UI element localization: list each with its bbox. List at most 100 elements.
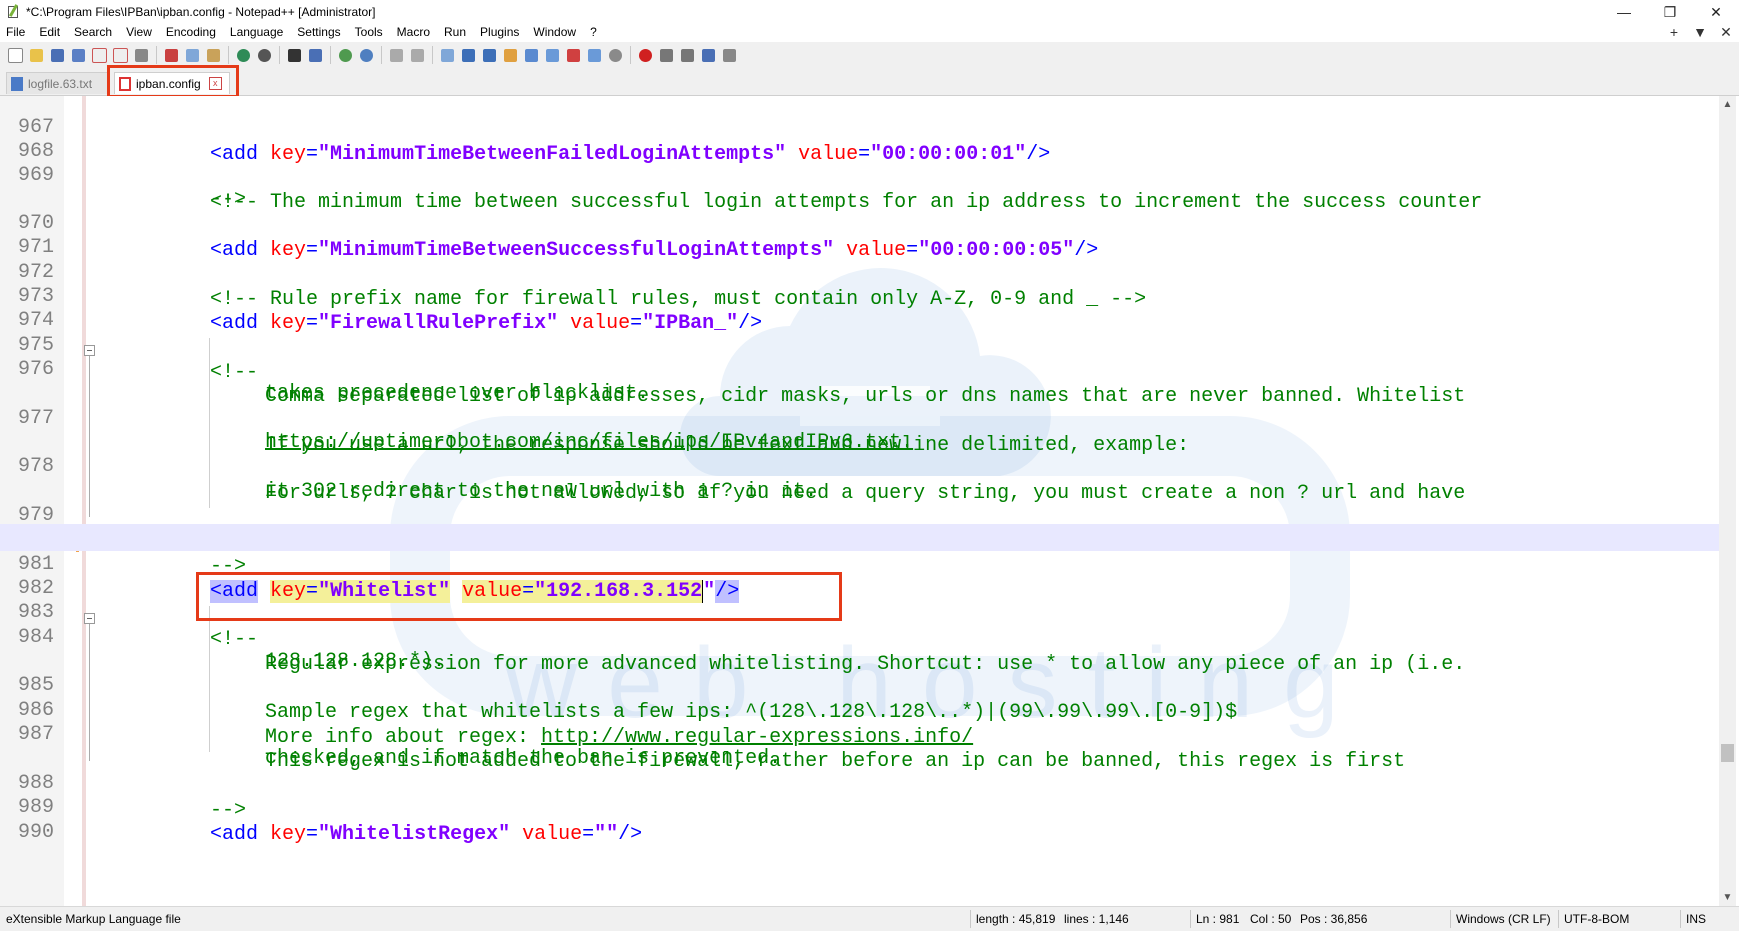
code-line: 986 More info about regex: http://www.re… — [0, 670, 1720, 749]
code-line: 989 <add key="WhitelistRegex" value=""/> — [0, 767, 1720, 846]
status-eol[interactable]: Windows (CR LF) — [1456, 907, 1551, 931]
close-window-button[interactable]: ✕ — [1693, 0, 1739, 24]
function-list-icon[interactable] — [543, 46, 561, 64]
indent-guide-icon[interactable] — [480, 46, 498, 64]
user-language-icon[interactable] — [501, 46, 519, 64]
current-code-line: 981 <add key="Whitelist" value="192.168.… — [0, 524, 1720, 603]
status-line-number: Ln : 981 — [1196, 912, 1240, 926]
copy-icon[interactable] — [183, 46, 201, 64]
menu-run[interactable]: Run — [438, 22, 474, 42]
code-line-wrap: --> — [0, 159, 1720, 211]
status-separator — [970, 910, 971, 928]
tab-highlight-box — [107, 65, 239, 98]
code-line: 971 — [0, 207, 1720, 259]
code-line: 969 <!-- The minimum time between succes… — [0, 135, 1720, 214]
scroll-down-icon[interactable]: ▼ — [1719, 889, 1736, 906]
code-line: 973 <add key="FirewallRulePrefix" value=… — [0, 256, 1720, 335]
redo-icon[interactable] — [255, 46, 273, 64]
toolbar-separator — [330, 46, 331, 64]
undo-icon[interactable] — [234, 46, 252, 64]
minimize-button[interactable]: — — [1601, 0, 1647, 24]
code-line: 988 --> — [0, 743, 1720, 822]
code-line: 985 Sample regex that whitelists a few i… — [0, 645, 1720, 724]
toolbar-separator — [156, 46, 157, 64]
menu-view[interactable]: View — [120, 22, 160, 42]
zoom-out-icon[interactable] — [357, 46, 375, 64]
menu-macro[interactable]: Macro — [391, 22, 438, 42]
code-line: 974 — [0, 280, 1720, 332]
new-tab-button[interactable]: + — [1661, 24, 1687, 40]
status-separator — [1450, 910, 1451, 928]
tab-list-button[interactable]: ▼ — [1687, 24, 1713, 40]
open-file-icon[interactable] — [27, 46, 45, 64]
menu-language[interactable]: Language — [224, 22, 291, 42]
sync-horizontal-icon[interactable] — [408, 46, 426, 64]
menu-file[interactable]: File — [0, 22, 33, 42]
line-number: 990 — [17, 821, 54, 844]
close-doc-button[interactable]: ✕ — [1713, 24, 1739, 41]
stop-macro-icon[interactable] — [657, 46, 675, 64]
menu-window[interactable]: Window — [527, 22, 584, 42]
window-title: *C:\Program Files\IPBan\ipban.config - N… — [26, 5, 376, 19]
editor[interactable]: web hosting 967 <add key="MinimumTimeBet… — [0, 96, 1739, 906]
status-encoding[interactable]: UTF-8-BOM — [1564, 907, 1629, 931]
save-icon[interactable] — [48, 46, 66, 64]
close-file-icon[interactable] — [90, 46, 108, 64]
run-macro-multiple-icon[interactable] — [699, 46, 717, 64]
menu-tools[interactable]: Tools — [349, 22, 391, 42]
code-line: 972 <!-- Rule prefix name for firewall r… — [0, 232, 1720, 311]
paste-icon[interactable] — [204, 46, 222, 64]
status-bar: eXtensible Markup Language file length :… — [0, 906, 1739, 931]
status-separator — [1190, 910, 1191, 928]
sync-vertical-icon[interactable] — [387, 46, 405, 64]
new-file-icon[interactable] — [6, 46, 24, 64]
notepadpp-icon — [6, 4, 20, 19]
menu-encoding[interactable]: Encoding — [160, 22, 224, 42]
status-separator — [1680, 910, 1681, 928]
tab-bar: logfile.63.txt ipban.config x — [0, 68, 1739, 96]
code-line: 976 Comma separated list of ip addresses… — [0, 329, 1720, 408]
menu-bar: File Edit Search View Encoding Language … — [0, 22, 1739, 42]
code-text: <add key="WhitelistRegex" value=""/> — [210, 823, 643, 846]
save-all-icon[interactable] — [69, 46, 87, 64]
code-line: 980 --> — [0, 499, 1720, 578]
monitoring-icon[interactable] — [606, 46, 624, 64]
code-line: 968 — [0, 111, 1720, 163]
menu-help[interactable]: ? — [584, 22, 605, 42]
menu-edit[interactable]: Edit — [33, 22, 68, 42]
vertical-scrollbar[interactable]: ▲ ▼ — [1719, 96, 1736, 906]
show-all-chars-icon[interactable] — [459, 46, 477, 64]
scroll-thumb[interactable] — [1721, 744, 1734, 762]
code-line-wrap: https://uptimerobot.com/inc/files/ips/IP… — [0, 402, 1720, 454]
doc-map-icon[interactable] — [522, 46, 540, 64]
menu-settings[interactable]: Settings — [291, 22, 348, 42]
code-line-wrap: checked, and if match the ban is prevent… — [0, 718, 1720, 770]
status-file-type: eXtensible Markup Language file — [6, 912, 181, 926]
find-icon[interactable] — [285, 46, 303, 64]
toolbar-separator — [228, 46, 229, 64]
status-separator — [1558, 910, 1559, 928]
replace-icon[interactable] — [306, 46, 324, 64]
toolbar-separator — [630, 46, 631, 64]
word-wrap-icon[interactable] — [438, 46, 456, 64]
play-macro-icon[interactable] — [678, 46, 696, 64]
cut-icon[interactable] — [162, 46, 180, 64]
print-icon[interactable] — [132, 46, 150, 64]
record-macro-icon[interactable] — [636, 46, 654, 64]
zoom-in-icon[interactable] — [336, 46, 354, 64]
code-line-wrap: takes precedence over blacklist. — [0, 353, 1720, 405]
save-macro-icon[interactable] — [720, 46, 738, 64]
tab-label: logfile.63.txt — [28, 76, 93, 91]
code-line: 975 <!-- — [0, 305, 1720, 384]
scroll-up-icon[interactable]: ▲ — [1719, 96, 1736, 113]
menu-search[interactable]: Search — [68, 22, 120, 42]
doc-list-icon[interactable] — [585, 46, 603, 64]
restore-button[interactable]: ❐ — [1647, 0, 1693, 24]
folder-workspace-icon[interactable] — [564, 46, 582, 64]
tab-logfile[interactable]: logfile.63.txt — [6, 72, 108, 94]
whitelist-highlight-box — [196, 572, 842, 621]
menu-plugins[interactable]: Plugins — [474, 22, 527, 42]
status-column: Col : 50 — [1250, 912, 1292, 926]
code-line-wrap: it 302 redirect to the new url with a ? … — [0, 451, 1720, 503]
close-all-icon[interactable] — [111, 46, 129, 64]
